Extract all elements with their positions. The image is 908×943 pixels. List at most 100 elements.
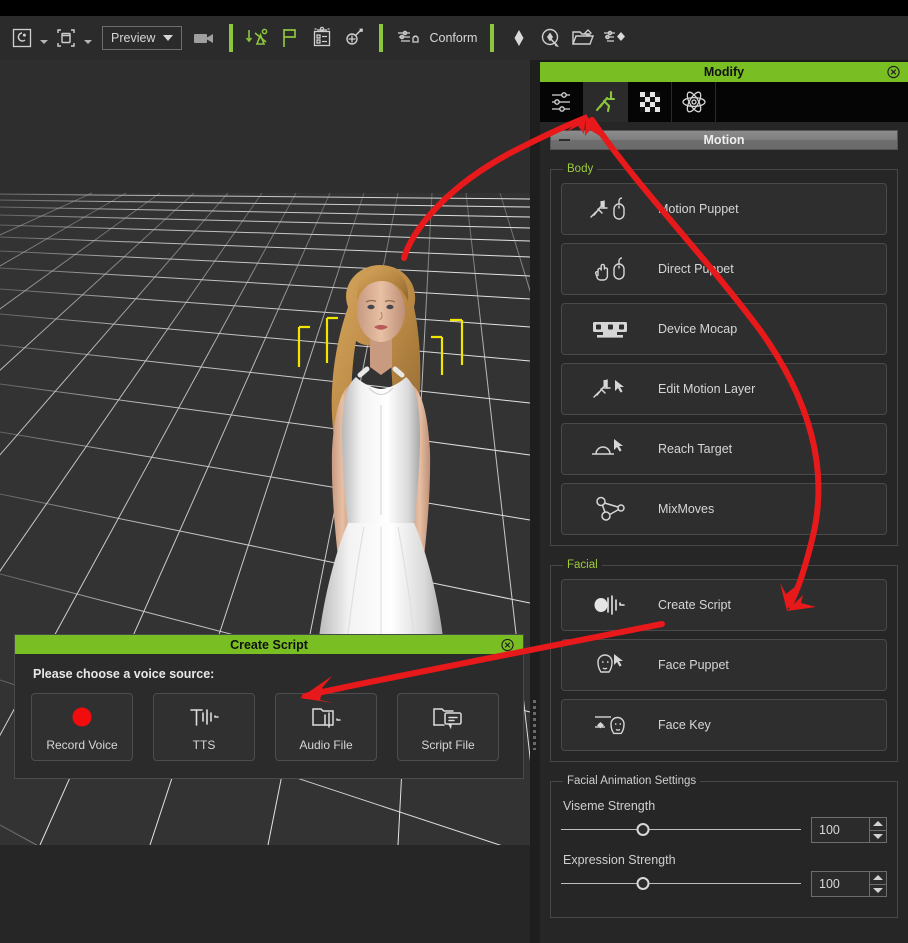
face-puppet-icon — [562, 651, 658, 679]
motion-section-header[interactable]: Motion — [550, 130, 898, 150]
select-object-caret[interactable] — [82, 26, 94, 50]
keyframe-diamond-icon[interactable] — [505, 24, 533, 52]
device-mocap-icon — [562, 318, 658, 340]
sliders-icon — [551, 92, 570, 112]
preview-dropdown[interactable]: Preview — [102, 26, 183, 50]
atom-icon — [681, 91, 706, 113]
record-voice-label: Record Voice — [46, 737, 118, 752]
folder-key-icon[interactable] — [569, 24, 597, 52]
viseme-slider-track — [561, 829, 801, 830]
viseme-strength-slider[interactable] — [561, 820, 801, 840]
create-script-row[interactable]: Create Script — [561, 579, 887, 631]
transform-gizmo-icon[interactable] — [340, 24, 368, 52]
transform-tool-caret[interactable] — [38, 26, 50, 50]
facial-animation-settings-group: Facial Animation Settings Viseme Strengt… — [550, 775, 898, 918]
record-voice-option[interactable]: Record Voice — [31, 693, 133, 761]
facial-group-legend: Facial — [567, 559, 598, 571]
expression-strength-stepper[interactable]: 100 — [811, 871, 887, 897]
script-file-option[interactable]: Script File — [397, 693, 499, 761]
direct-puppet-label: Direct Puppet — [658, 262, 734, 276]
motion-puppet-label: Motion Puppet — [658, 202, 739, 216]
audio-file-label: Audio File — [299, 737, 353, 752]
vertical-splitter[interactable] — [530, 60, 540, 943]
tab-material[interactable] — [628, 82, 672, 122]
expression-strength-value[interactable]: 100 — [812, 872, 869, 896]
body-group: Body Motion Puppet Direct Puppet Device … — [550, 163, 898, 546]
record-dot-icon — [69, 703, 95, 731]
tab-motion[interactable] — [584, 82, 628, 122]
edit-motion-layer-label: Edit Motion Layer — [658, 382, 756, 396]
checklist-icon[interactable] — [308, 24, 336, 52]
chevron-down-icon — [873, 833, 883, 839]
expression-strength-slider[interactable] — [561, 874, 801, 894]
audio-file-option[interactable]: Audio File — [275, 693, 377, 761]
motion-puppet-icon — [562, 196, 658, 222]
expression-stepper-arrows — [869, 872, 886, 896]
script-file-label: Script File — [421, 737, 475, 752]
close-icon[interactable] — [887, 65, 900, 79]
device-mocap-row[interactable]: Device Mocap — [561, 303, 887, 355]
direct-puppet-row[interactable]: Direct Puppet — [561, 243, 887, 295]
direct-puppet-icon — [562, 256, 658, 282]
conform-icon — [396, 24, 422, 52]
reach-target-icon — [562, 436, 658, 462]
close-icon[interactable] — [501, 638, 514, 651]
tab-physics[interactable] — [672, 82, 716, 122]
expression-slider-knob[interactable] — [636, 877, 650, 890]
mixmoves-row[interactable]: MixMoves — [561, 483, 887, 535]
create-script-dialog: Create Script Please choose a voice sour… — [14, 634, 524, 779]
face-key-row[interactable]: Face Key — [561, 699, 887, 751]
collapse-motion-section[interactable] — [559, 139, 570, 141]
transform-tool-icon[interactable] — [8, 24, 36, 52]
main-toolbar: Preview Conform — [0, 16, 908, 60]
viseme-strength-value[interactable]: 100 — [812, 818, 869, 842]
expression-strength-row: 100 — [561, 871, 887, 897]
viseme-stepper-arrows — [869, 818, 886, 842]
viseme-strength-row: 100 — [561, 817, 887, 843]
body-group-legend: Body — [567, 163, 594, 175]
modify-panel-tabs — [540, 82, 908, 122]
audio-file-icon — [309, 703, 343, 731]
modify-panel-titlebar: Modify — [540, 62, 908, 82]
create-script-dialog-title: Create Script — [230, 637, 308, 652]
viseme-strength-stepper[interactable]: 100 — [811, 817, 887, 843]
running-figure-icon — [595, 90, 615, 113]
expression-stepper-down[interactable] — [870, 885, 886, 897]
tabs-filler — [716, 82, 908, 122]
modify-panel: Modify Motion Body Motion Puppet Direct … — [540, 62, 908, 943]
camera-icon[interactable] — [190, 24, 218, 52]
reach-target-row[interactable]: Reach Target — [561, 423, 887, 475]
key-settings-icon[interactable] — [601, 24, 629, 52]
title-strip — [0, 0, 908, 16]
facial-group: Facial Create Script Face Puppet Face Ke… — [550, 559, 898, 762]
motion-puppet-row[interactable]: Motion Puppet — [561, 183, 887, 235]
expression-stepper-up[interactable] — [870, 872, 886, 885]
viseme-slider-knob[interactable] — [636, 823, 650, 836]
face-puppet-row[interactable]: Face Puppet — [561, 639, 887, 691]
viseme-stepper-up[interactable] — [870, 818, 886, 831]
select-object-icon[interactable] — [52, 24, 80, 52]
face-key-icon — [562, 711, 658, 739]
flag-icon[interactable] — [276, 24, 304, 52]
script-file-icon — [431, 703, 465, 731]
key-target-icon[interactable] — [537, 24, 565, 52]
expression-slider-track — [561, 883, 801, 884]
motion-section-title: Motion — [703, 133, 745, 147]
device-mocap-label: Device Mocap — [658, 322, 738, 336]
toolbar-separator-1 — [229, 24, 234, 52]
splitter-grip[interactable] — [533, 700, 536, 750]
tab-attribute[interactable] — [540, 82, 584, 122]
page-title: Modify — [703, 65, 745, 79]
chevron-down-icon — [163, 35, 174, 41]
face-puppet-label: Face Puppet — [658, 658, 729, 672]
align-to-ground-icon[interactable] — [244, 24, 272, 52]
create-script-dialog-titlebar[interactable]: Create Script — [15, 635, 523, 654]
edit-motion-layer-row[interactable]: Edit Motion Layer — [561, 363, 887, 415]
viseme-stepper-down[interactable] — [870, 831, 886, 843]
toolbar-separator-3 — [490, 24, 495, 52]
create-script-label: Create Script — [658, 598, 731, 612]
conform-button[interactable]: Conform — [392, 24, 481, 52]
tts-option[interactable]: TTS — [153, 693, 255, 761]
edit-motion-layer-icon — [562, 376, 658, 402]
chevron-down-icon — [873, 887, 883, 893]
